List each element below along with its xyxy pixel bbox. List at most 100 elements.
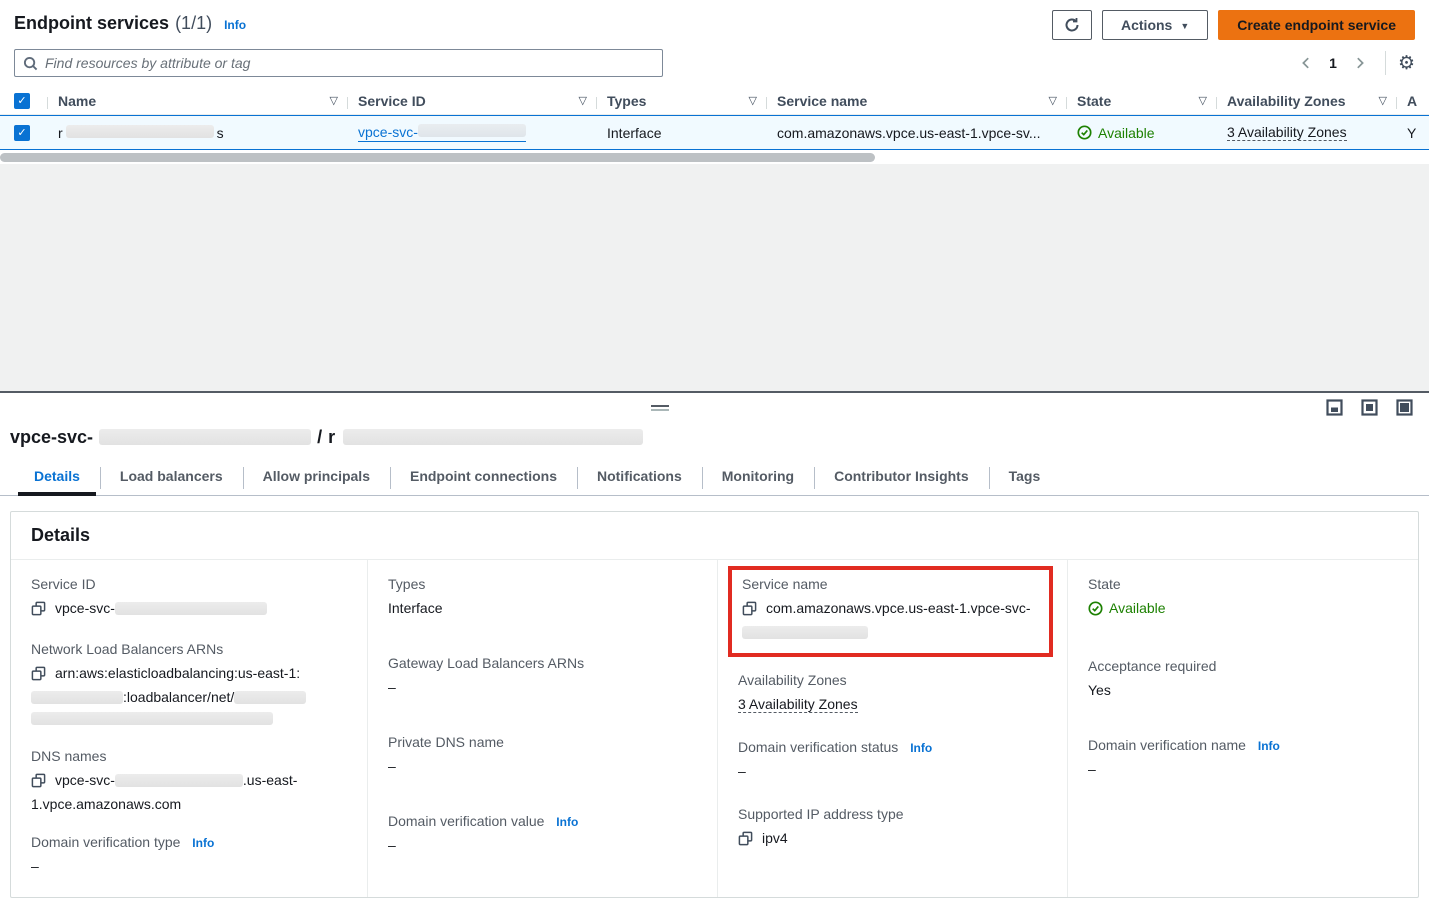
row-name-cell: r s: [48, 125, 348, 141]
chevron-left-icon: [1299, 56, 1313, 70]
info-link[interactable]: Info: [910, 741, 932, 755]
row-checkbox[interactable]: ✓: [14, 125, 30, 141]
divider: [1385, 51, 1386, 75]
column-header-service-id[interactable]: Service ID ▽: [348, 93, 597, 109]
panel-size-small-icon[interactable]: [1326, 399, 1343, 416]
gear-icon[interactable]: ⚙: [1398, 54, 1415, 73]
refresh-icon: [1064, 17, 1080, 33]
horizontal-scrollbar-thumb[interactable]: [0, 153, 875, 162]
panel-size-controls: [1326, 399, 1413, 416]
column-header-clipped[interactable]: A: [1397, 93, 1429, 109]
search-input[interactable]: [45, 55, 654, 71]
row-select-cell: ✓: [0, 125, 48, 141]
tab-allow-principals[interactable]: Allow principals: [243, 460, 390, 495]
endpoint-services-page: Endpoint services (1/1) Info Actions ▼ C…: [0, 0, 1429, 886]
chevron-right-icon: [1353, 56, 1367, 70]
check-circle-icon: [1077, 125, 1092, 140]
availability-zones-link[interactable]: 3 Availability Zones: [1227, 124, 1347, 141]
select-all-checkbox[interactable]: ✓: [14, 93, 30, 109]
table-row[interactable]: ✓ r s vpce-svc- Interface com.amazonaws.…: [0, 115, 1429, 150]
info-link[interactable]: Info: [192, 836, 214, 850]
tab-tags[interactable]: Tags: [989, 460, 1061, 495]
filter-icon[interactable]: ▽: [1049, 94, 1057, 107]
detail-tabs: Details Load balancers Allow principals …: [0, 460, 1429, 496]
service-name-highlight-box: Service name com.amazonaws.vpce.us-east-…: [728, 566, 1053, 657]
previous-page-button[interactable]: [1293, 50, 1319, 76]
redacted-text: [742, 626, 868, 639]
list-pane-background: [0, 164, 1429, 391]
redacted-text: [31, 691, 123, 704]
caret-down-icon: ▼: [1180, 22, 1189, 31]
tab-notifications[interactable]: Notifications: [577, 460, 702, 495]
create-endpoint-service-button[interactable]: Create endpoint service: [1218, 10, 1415, 40]
row-clipped-cell: Y: [1397, 125, 1429, 141]
filter-icon[interactable]: ▽: [579, 94, 587, 107]
state-value: Available: [1088, 598, 1166, 619]
row-service-name-cell: com.amazonaws.vpce.us-east-1.vpce-sv...: [767, 125, 1067, 141]
actions-button[interactable]: Actions ▼: [1102, 10, 1208, 40]
field-service-name: Service name com.amazonaws.vpce.us-east-…: [742, 576, 1041, 643]
select-all-cell: ✓: [0, 93, 48, 109]
row-availability-zones-cell: 3 Availability Zones: [1217, 124, 1397, 141]
copy-icon[interactable]: [738, 831, 753, 852]
list-pane: Endpoint services (1/1) Info Actions ▼ C…: [0, 0, 1429, 393]
page-title: Endpoint services: [14, 13, 169, 34]
tab-endpoint-connections[interactable]: Endpoint connections: [390, 460, 577, 495]
redacted-text: [115, 774, 243, 787]
column-header-state[interactable]: State ▽: [1067, 93, 1217, 109]
details-column-3: Service name com.amazonaws.vpce.us-east-…: [717, 560, 1067, 897]
current-page-number[interactable]: 1: [1323, 55, 1343, 71]
tab-details[interactable]: Details: [14, 460, 100, 495]
details-card-heading: Details: [11, 512, 1418, 560]
copy-icon[interactable]: [742, 601, 757, 622]
copy-icon[interactable]: [31, 601, 46, 622]
redacted-text: [31, 712, 273, 725]
info-link[interactable]: Info: [1258, 739, 1280, 753]
copy-icon[interactable]: [31, 773, 46, 794]
filter-icon[interactable]: ▽: [749, 94, 757, 107]
details-column-2: Types Interface Gateway Load Balancers A…: [367, 560, 717, 897]
field-service-id: Service ID vpce-svc-: [31, 576, 351, 622]
panel-size-medium-icon[interactable]: [1361, 399, 1378, 416]
header-actions: Actions ▼ Create endpoint service: [1052, 10, 1415, 40]
tab-load-balancers[interactable]: Load balancers: [100, 460, 243, 495]
search-box[interactable]: [14, 49, 663, 77]
page-header: Endpoint services (1/1) Info Actions ▼ C…: [0, 0, 1429, 40]
check-circle-icon: [1088, 601, 1103, 616]
field-domain-verification-type: Domain verification type Info –: [31, 834, 351, 877]
field-domain-verification-name: Domain verification name Info –: [1088, 737, 1402, 780]
redacted-text: [343, 429, 643, 445]
panel-size-large-icon[interactable]: [1396, 399, 1413, 416]
filter-icon[interactable]: ▽: [330, 94, 338, 107]
field-private-dns-name: Private DNS name –: [388, 734, 701, 777]
table-header-row: ✓ Name ▽ Service ID ▽ Types ▽ Service na…: [0, 87, 1429, 115]
column-header-name[interactable]: Name ▽: [48, 93, 348, 109]
details-card-body: Service ID vpce-svc- Network Load Balan: [11, 560, 1418, 897]
availability-zones-link[interactable]: 3 Availability Zones: [738, 696, 858, 713]
service-id-link[interactable]: vpce-svc-: [358, 124, 526, 142]
create-endpoint-service-label: Create endpoint service: [1237, 17, 1396, 33]
filter-icon[interactable]: ▽: [1199, 94, 1207, 107]
details-card: Details Service ID vpce-svc-: [10, 511, 1419, 898]
horizontal-scrollbar: [0, 150, 1429, 164]
field-domain-verification-value: Domain verification value Info –: [388, 813, 701, 856]
column-header-service-name[interactable]: Service name ▽: [767, 93, 1067, 109]
split-panel-bar: [0, 393, 1429, 423]
refresh-button[interactable]: [1052, 10, 1092, 40]
filter-icon[interactable]: ▽: [1379, 94, 1387, 107]
tab-contributor-insights[interactable]: Contributor Insights: [814, 460, 989, 495]
copy-icon[interactable]: [31, 666, 46, 687]
field-nlb-arns: Network Load Balancers ARNs arn:aws:elas…: [31, 641, 351, 729]
column-header-types[interactable]: Types ▽: [597, 93, 767, 109]
split-panel-drag-handle[interactable]: [651, 405, 669, 413]
next-page-button[interactable]: [1347, 50, 1373, 76]
redacted-text: [234, 691, 306, 704]
column-header-availability-zones[interactable]: Availability Zones ▽: [1217, 93, 1397, 109]
info-link[interactable]: Info: [556, 815, 578, 829]
details-column-1: Service ID vpce-svc- Network Load Balan: [11, 560, 367, 897]
resource-count: (1/1): [175, 13, 212, 34]
field-types: Types Interface: [388, 576, 701, 619]
field-gateway-lb-arns: Gateway Load Balancers ARNs –: [388, 655, 701, 698]
info-link[interactable]: Info: [224, 18, 246, 32]
tab-monitoring[interactable]: Monitoring: [702, 460, 814, 495]
